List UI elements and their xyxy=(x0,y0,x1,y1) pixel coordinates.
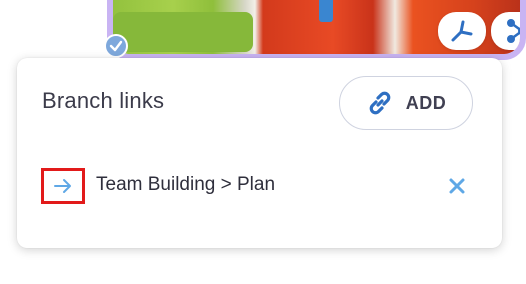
branch-pill[interactable] xyxy=(438,12,486,50)
arrow-right-icon xyxy=(54,179,71,193)
add-button-label: ADD xyxy=(405,92,447,113)
link-item[interactable]: Team Building > Plan xyxy=(41,168,471,204)
idea-card[interactable]: 1 xyxy=(107,0,526,60)
network-icon xyxy=(506,19,520,43)
open-link-button[interactable] xyxy=(41,168,85,204)
panel-title: Branch links xyxy=(42,88,165,113)
add-link-button[interactable]: ADD xyxy=(339,76,473,130)
branch-icon xyxy=(451,20,473,42)
card-image-roller xyxy=(113,12,253,52)
remove-link-button[interactable] xyxy=(445,174,469,198)
branch-links-panel: Branch links ADD Team Building > Plan xyxy=(17,58,502,248)
link-label[interactable]: Team Building > Plan xyxy=(96,174,275,196)
check-icon[interactable] xyxy=(104,34,128,58)
close-icon xyxy=(449,178,465,194)
links-pill[interactable]: 1 xyxy=(491,12,520,50)
link-icon xyxy=(369,91,391,115)
